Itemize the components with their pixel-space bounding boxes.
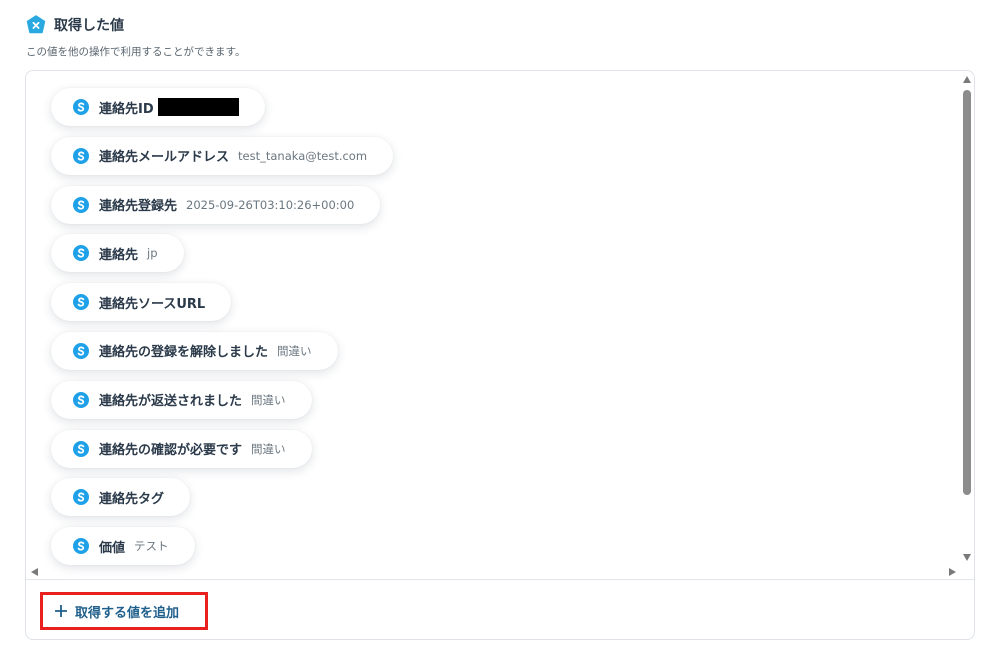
value-chip[interactable]: 連絡先登録先 2025-09-26T03:10:26+00:00 [51,185,381,224]
value-chip-value: テスト [134,539,169,554]
acquired-values-panel: 連絡先ID 連絡先メールアドレス test_tanaka@test.com 連絡先登録… [25,70,975,640]
add-value-button[interactable]: 取得する値を追加 [40,592,208,630]
scroll-right-arrow-icon[interactable] [949,568,956,576]
s-circle-icon [73,440,89,457]
value-chip[interactable]: 連絡先ID [51,88,265,126]
value-chip-label: 連絡先メールアドレス [99,150,230,166]
vertical-scrollbar[interactable] [961,73,973,561]
value-chip-label: 連絡先タグ [99,491,165,507]
redacted-value-block [157,98,239,116]
value-chip[interactable]: 連絡先タグ [51,478,191,517]
value-chip-label: 連絡先登録先 [99,199,178,215]
value-chip[interactable]: 連絡先 jp [51,234,184,273]
s-circle-icon [73,489,89,506]
divider [26,579,974,580]
value-chip[interactable]: 連絡先メールアドレス test_tanaka@test.com [51,136,394,175]
value-chip-value: 間違い [277,343,312,358]
plus-icon [55,605,67,617]
s-circle-icon [73,294,89,311]
s-circle-icon [73,391,89,408]
section-description: この値を他の操作で利用することができます。 [26,46,246,58]
s-circle-icon [73,99,89,115]
value-chip[interactable]: 連絡先の登録を解除しました 間違い [51,331,338,370]
s-circle-icon [73,245,89,262]
value-chip-label: 連絡先ソースURL [99,296,206,312]
value-chip-value: test_tanaka@test.com [238,148,368,163]
section-title: 取得した値 [54,18,124,34]
value-chip[interactable]: 価値 テスト [51,527,195,566]
s-circle-icon [73,147,89,164]
scroll-left-arrow-icon[interactable] [31,568,38,576]
value-chip-label: 連絡先の登録を解除しました [99,345,269,361]
value-chip-label: 価値 [99,540,126,556]
add-value-label: 取得する値を追加 [75,605,180,621]
s-circle-icon [73,342,89,359]
value-chip[interactable]: 連絡先の確認が必要です 間違い [51,429,312,468]
values-scroll-area[interactable]: 連絡先ID 連絡先メールアドレス test_tanaka@test.com 連絡先登録… [26,71,974,579]
value-chip-label: 連絡先が返送されました [99,394,243,410]
value-chip-value: jp [147,246,158,261]
value-chip-label: 連絡先の確認が必要です [99,443,243,459]
s-circle-icon [73,196,89,213]
section-header: 取得した値 [26,14,124,36]
value-chip-list: 連絡先ID 連絡先メールアドレス test_tanaka@test.com 連絡先登録… [51,88,394,576]
s-circle-icon [73,538,89,555]
value-chip[interactable]: 連絡先ソースURL [51,283,232,322]
value-chip-value: 間違い [251,392,286,407]
value-chip-value: 間違い [251,441,286,456]
value-chip-label: 連絡先ID [99,101,154,117]
value-chip[interactable]: 連絡先が返送されました 間違い [51,380,312,419]
vertical-scroll-thumb[interactable] [963,90,971,495]
scroll-down-arrow-icon[interactable] [963,554,971,561]
value-chip-label: 連絡先 [99,247,139,263]
yoom-pentagon-icon [26,15,46,34]
scroll-up-arrow-icon[interactable] [963,76,971,83]
horizontal-scrollbar[interactable] [26,565,974,579]
value-chip-value: 2025-09-26T03:10:26+00:00 [186,197,355,212]
